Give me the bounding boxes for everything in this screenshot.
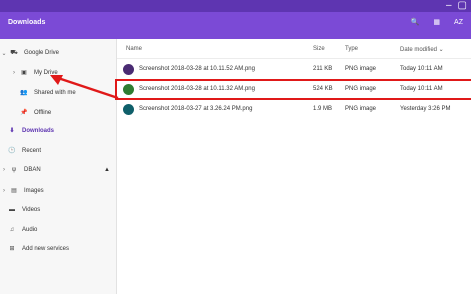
sidebar-item-audio[interactable]: ♫ Audio xyxy=(6,227,116,233)
eject-icon[interactable]: ▲ xyxy=(104,167,110,173)
chevron-down-icon[interactable]: ⌄ xyxy=(0,50,8,57)
sidebar-item-shared-with-me[interactable]: 👥 Shared with me xyxy=(18,89,116,97)
grid-view-icon[interactable]: ▦ xyxy=(433,18,440,28)
column-name[interactable]: Name xyxy=(126,46,142,52)
column-size[interactable]: Size xyxy=(313,46,325,52)
file-date: Yesterday 3:26 PM xyxy=(400,106,451,112)
column-type[interactable]: Type xyxy=(345,46,358,52)
chevron-right-icon[interactable]: › xyxy=(0,167,8,173)
sidebar-item-add-new-services[interactable]: ⊞ Add new services xyxy=(6,245,116,253)
sidebar-item-google-drive[interactable]: ⌄ ⛟ Google Drive xyxy=(0,49,116,57)
table-row-selected[interactable]: Screenshot 2018-03-28 at 10.11.32 AM.png… xyxy=(115,79,471,100)
file-size: 1.9 MB xyxy=(313,106,333,112)
pin-icon: 📌 xyxy=(20,110,28,116)
sidebar-item-my-drive[interactable]: › ▣ My Drive xyxy=(10,69,116,77)
sidebar-item-downloads[interactable]: ⬇ Downloads xyxy=(6,127,116,135)
files-app-window: – ▢ Downloads 🔍 ▦ AZ ⌄ ⛟ Google Drive › … xyxy=(0,0,471,294)
sidebar-item-label: Google Drive xyxy=(24,50,60,56)
folder-icon: ▣ xyxy=(21,70,27,76)
sidebar: ⌄ ⛟ Google Drive › ▣ My Drive 👥 Shared w… xyxy=(0,39,117,294)
header-divider xyxy=(117,58,471,59)
file-size: 524 KB xyxy=(313,86,333,92)
file-type: PNG image xyxy=(345,66,377,72)
header-actions: 🔍 ▦ AZ xyxy=(411,18,463,28)
sidebar-item-label: Videos xyxy=(22,207,41,213)
audio-icon: ♫ xyxy=(9,227,15,233)
file-thumbnail xyxy=(123,104,134,115)
page-title: Downloads xyxy=(8,19,46,26)
maximize-button[interactable]: ▢ xyxy=(458,0,467,12)
sidebar-item-label: Images xyxy=(24,187,44,194)
file-date: Today 10:11 AM xyxy=(400,86,443,92)
sort-icon[interactable]: AZ xyxy=(454,18,463,28)
file-type: PNG image xyxy=(345,86,377,92)
sidebar-item-recent[interactable]: 🕒 Recent xyxy=(6,147,116,155)
video-icon: ▬ xyxy=(9,207,15,213)
file-date: Today 10:11 AM xyxy=(400,66,443,72)
file-type: PNG image xyxy=(345,106,377,112)
images-icon: ▤ xyxy=(11,188,17,194)
sidebar-item-label: Shared with me xyxy=(34,89,76,96)
file-thumbnail xyxy=(123,64,134,75)
search-icon[interactable]: 🔍 xyxy=(411,18,420,28)
clock-icon: 🕒 xyxy=(8,148,16,154)
file-name: Screenshot 2018-03-27 at 3.26.24 PM.png xyxy=(139,106,253,112)
file-name: Screenshot 2018-03-28 at 10.11.52 AM.png xyxy=(139,66,255,72)
window-controls: – ▢ xyxy=(446,0,467,12)
sidebar-item-label: DBAN xyxy=(24,167,41,173)
sidebar-item-offline[interactable]: 📌 Offline xyxy=(18,109,116,117)
add-icon: ⊞ xyxy=(9,246,15,252)
table-row[interactable]: Screenshot 2018-03-28 at 10.11.52 AM.png… xyxy=(117,61,471,78)
sidebar-item-label: Recent xyxy=(22,147,42,154)
sidebar-item-label: Audio xyxy=(22,227,38,233)
chevron-right-icon[interactable]: › xyxy=(10,70,18,76)
column-date-modified[interactable]: Date modified ⌄ xyxy=(400,46,444,53)
sidebar-item-images[interactable]: › ▤ Images xyxy=(0,187,116,195)
sidebar-item-dban[interactable]: › ψ DBAN ▲ xyxy=(0,167,116,173)
sidebar-item-label: My Drive xyxy=(34,69,58,76)
app-header: Downloads 🔍 ▦ AZ xyxy=(0,12,471,39)
table-row[interactable]: Screenshot 2018-03-27 at 3.26.24 PM.png … xyxy=(117,101,471,118)
file-size: 211 KB xyxy=(313,66,333,72)
file-name: Screenshot 2018-03-28 at 10.11.32 AM.png xyxy=(139,86,255,92)
sidebar-item-label: Offline xyxy=(34,109,52,116)
sidebar-item-videos[interactable]: ▬ Videos xyxy=(6,207,116,213)
minimize-button[interactable]: – xyxy=(446,0,452,12)
people-icon: 👥 xyxy=(20,90,28,96)
title-bar: – ▢ xyxy=(0,0,471,12)
sidebar-item-label: Add new services xyxy=(22,245,70,252)
sidebar-item-label: Downloads xyxy=(22,127,55,134)
file-thumbnail xyxy=(123,84,134,95)
file-list: Name Size Type Date modified ⌄ Screensho… xyxy=(115,39,471,294)
chevron-right-icon[interactable]: › xyxy=(0,188,8,194)
column-header: Name Size Type Date modified ⌄ xyxy=(117,46,471,58)
drive-icon: ⛟ xyxy=(10,50,18,56)
usb-icon: ψ xyxy=(11,167,17,173)
download-icon: ⬇ xyxy=(9,128,15,134)
